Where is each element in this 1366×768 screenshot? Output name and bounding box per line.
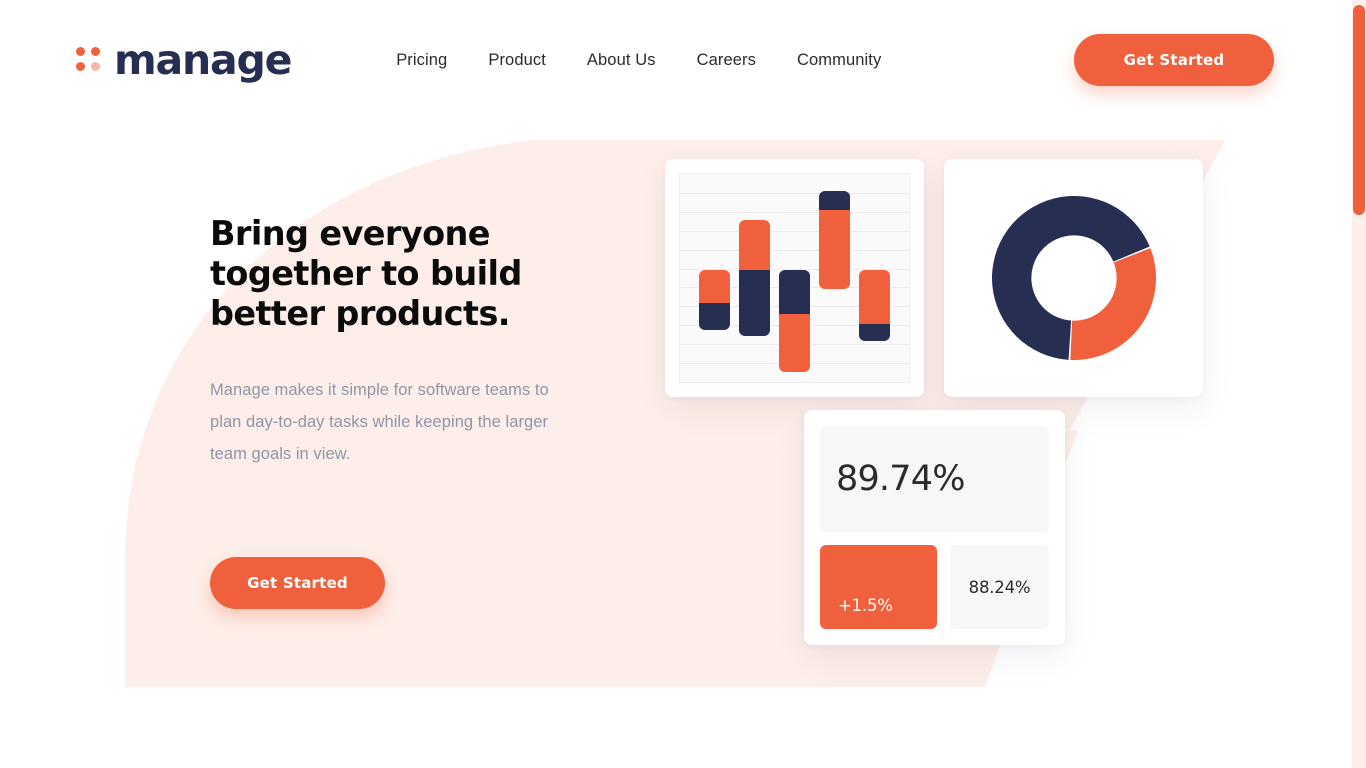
bar-segment [739, 220, 770, 270]
bar-chart-bar [859, 270, 890, 341]
brand-logo[interactable]: manage [76, 35, 292, 84]
bar-chart-bar [779, 270, 810, 372]
bar-segment [779, 270, 810, 314]
chart-gridline [680, 231, 909, 232]
bar-segment [859, 270, 890, 324]
page-scrollbar-track[interactable] [1352, 0, 1366, 768]
hero-title-line-3: better products. [210, 294, 511, 333]
stat-headline-value: 89.74% [836, 459, 965, 499]
logo-dot-2 [91, 47, 100, 56]
chart-gridline [680, 250, 909, 251]
nav-item-careers[interactable]: Careers [697, 51, 756, 70]
stats-card: 89.74% +1.5% 88.24% [804, 410, 1065, 645]
hero-title-line-1: Bring everyone [210, 214, 490, 253]
chart-gridline [680, 212, 909, 213]
hero-title-line-2: together to build [210, 254, 522, 293]
bar-segment [739, 269, 770, 336]
page-scrollbar-thumb[interactable] [1353, 5, 1365, 215]
hero-page: manage Pricing Product About Us Careers … [0, 0, 1350, 768]
donut-segment [1069, 248, 1156, 360]
brand-name: manage [114, 35, 292, 84]
logo-dot-3 [76, 62, 85, 71]
stat-comparison-tile: 88.24% [950, 545, 1049, 629]
logo-dot-4 [91, 62, 100, 71]
nav-item-pricing[interactable]: Pricing [396, 51, 447, 70]
bar-chart-card [665, 159, 924, 397]
bar-segment [859, 324, 890, 341]
hero-get-started-button[interactable]: Get Started [210, 557, 385, 609]
bar-chart-bar [699, 270, 730, 330]
chart-gridline [680, 193, 909, 194]
bar-chart-bar [819, 191, 850, 289]
main-nav: Pricing Product About Us Careers Communi… [396, 51, 881, 70]
nav-item-about-us[interactable]: About Us [587, 51, 656, 70]
header-cta-wrap: Get Started [1074, 34, 1274, 86]
bar-segment [779, 314, 810, 372]
header-get-started-button[interactable]: Get Started [1074, 34, 1274, 86]
stat-row: +1.5% 88.24% [820, 545, 1049, 629]
donut-chart [991, 196, 1156, 360]
hero-subtitle: Manage makes it simple for software team… [210, 374, 555, 470]
stat-headline-tile: 89.74% [820, 426, 1049, 532]
donut-chart-card [944, 159, 1203, 397]
stat-delta-tile: +1.5% [820, 545, 937, 629]
logo-dot-1 [76, 47, 85, 56]
hero-title: Bring everyone together to build better … [210, 214, 590, 334]
bar-chart [679, 173, 910, 383]
bar-segment [819, 210, 850, 289]
logo-dots-icon [76, 47, 100, 73]
bar-segment [699, 270, 730, 303]
bar-segment [699, 303, 730, 330]
bar-segment [819, 191, 850, 210]
hero-copy: Bring everyone together to build better … [210, 214, 590, 609]
nav-item-community[interactable]: Community [797, 51, 881, 70]
bar-chart-bar [739, 220, 770, 336]
site-header: manage Pricing Product About Us Careers … [0, 0, 1350, 120]
nav-item-product[interactable]: Product [488, 51, 546, 70]
hero-subtitle-line-1: Manage makes it simple for software team… [210, 381, 531, 399]
